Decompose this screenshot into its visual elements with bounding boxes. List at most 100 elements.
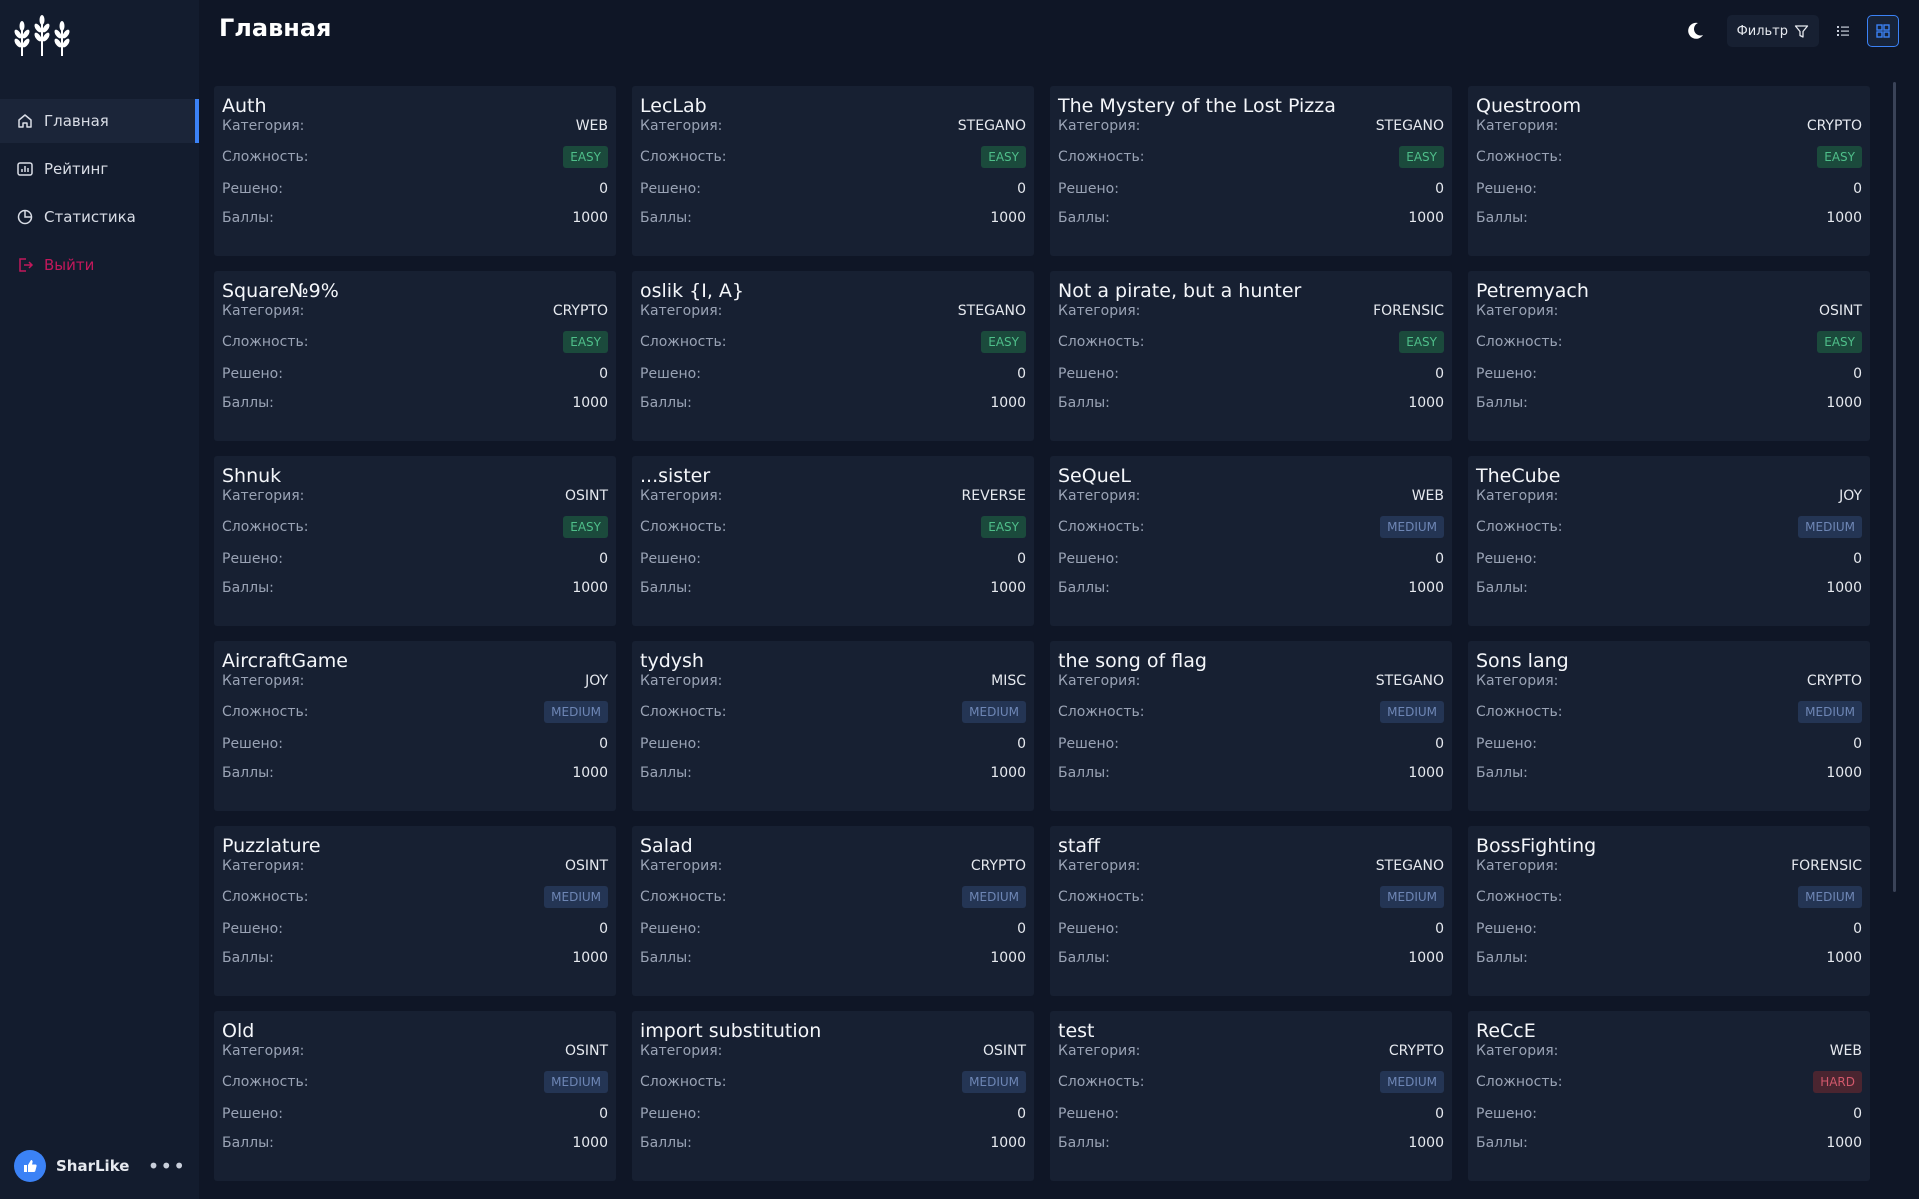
task-solved-label: Решено: <box>222 366 283 382</box>
task-difficulty-row: Сложность: MEDIUM <box>640 1071 1026 1093</box>
task-card[interactable]: test Категория: CRYPTO Сложность: MEDIUM Реше… <box>1050 1011 1452 1181</box>
task-category-row: Категория: CRYPTO <box>1476 115 1862 137</box>
task-card[interactable]: Questroom Категория: CRYPTO Сложность: EASY Р… <box>1468 86 1870 256</box>
task-card[interactable]: The Mystery of the Lost Pizza Категория: S… <box>1050 86 1452 256</box>
task-category-value: STEGANO <box>1375 673 1444 689</box>
task-points-value: 1000 <box>572 765 608 781</box>
task-card[interactable]: ReCcE Категория: WEB Сложность: HARD Решено: 0… <box>1468 1011 1870 1181</box>
task-solved-row: Решено: 0 <box>222 548 608 570</box>
task-difficulty-row: Сложность: MEDIUM <box>1058 701 1444 723</box>
task-card[interactable]: Shnuk Категория: OSINT Сложность: EASY Решено… <box>214 456 616 626</box>
task-points-label: Баллы: <box>222 950 274 966</box>
list-view-button[interactable] <box>1827 15 1859 47</box>
task-card[interactable]: SeQueL Категория: WEB Сложность: MEDIUM Решен… <box>1050 456 1452 626</box>
task-points-value: 1000 <box>990 580 1026 596</box>
task-card[interactable]: Square№9% Категория: CRYPTO Сложность: EASY Р… <box>214 271 616 441</box>
filter-icon <box>1794 24 1809 38</box>
task-points-label: Баллы: <box>1476 1135 1528 1151</box>
task-points-value: 1000 <box>572 210 608 226</box>
task-card[interactable]: Auth Категория: WEB Сложность: EASY Решено: 0 Б… <box>214 86 616 256</box>
task-card[interactable]: AircraftGame Категория: JOY Сложность: MEDIU… <box>214 641 616 811</box>
difficulty-badge: EASY <box>981 146 1026 168</box>
wheat-logo-icon[interactable] <box>12 14 74 58</box>
task-category-row: Категория: OSINT <box>222 855 608 877</box>
task-title: BossFighting <box>1476 835 1597 857</box>
task-points-row: Баллы: 1000 <box>640 207 1026 229</box>
task-card[interactable]: Old Категория: OSINT Сложность: MEDIUM Решено… <box>214 1011 616 1181</box>
difficulty-badge: MEDIUM <box>544 886 608 908</box>
more-options-icon[interactable]: ••• <box>148 1154 186 1178</box>
task-difficulty-label: Сложность: <box>640 334 727 350</box>
task-card[interactable]: tydysh Категория: MISC Сложность: MEDIUM Реше… <box>632 641 1034 811</box>
task-card[interactable]: Puzzlature Категория: OSINT Сложность: MEDIU… <box>214 826 616 996</box>
task-points-label: Баллы: <box>1476 580 1528 596</box>
sidebar-item-stats[interactable]: Статистика <box>0 195 199 239</box>
task-difficulty-label: Сложность: <box>222 519 309 535</box>
task-card[interactable]: Salad Категория: CRYPTO Сложность: MEDIUM Реш… <box>632 826 1034 996</box>
task-card[interactable]: staff Категория: STEGANO Сложность: MEDIUM Ре… <box>1050 826 1452 996</box>
task-card[interactable]: Petremyach Категория: OSINT Сложность: EASY Р… <box>1468 271 1870 441</box>
username: SharLike <box>56 1157 130 1175</box>
filter-button[interactable]: Фильтр <box>1726 15 1819 47</box>
task-card[interactable]: Not a pirate, but a hunter Категория: FORE… <box>1050 271 1452 441</box>
task-card[interactable]: BossFighting Категория: FORENSIC Сложность:… <box>1468 826 1870 996</box>
sidebar-item-logout[interactable]: Выйти <box>0 243 199 287</box>
task-title: import substitution <box>640 1020 822 1042</box>
task-difficulty-row: Сложность: MEDIUM <box>640 701 1026 723</box>
task-difficulty-row: Сложность: MEDIUM <box>1476 516 1862 538</box>
task-category-value: STEGANO <box>1375 858 1444 874</box>
difficulty-badge: MEDIUM <box>1380 701 1444 723</box>
task-category-value: JOY <box>585 673 608 689</box>
task-solved-value: 0 <box>1435 551 1444 567</box>
task-card[interactable]: Sons lang Категория: CRYPTO Сложность: MEDIU… <box>1468 641 1870 811</box>
bar-chart-icon <box>16 160 34 178</box>
task-category-value: WEB <box>575 118 608 134</box>
task-points-row: Баллы: 1000 <box>640 392 1026 414</box>
task-category-value: CRYPTO <box>552 303 608 319</box>
sidebar-item-home[interactable]: Главная <box>0 99 199 143</box>
list-icon <box>1837 26 1849 36</box>
task-points-row: Баллы: 1000 <box>222 947 608 969</box>
avatar[interactable] <box>14 1150 46 1182</box>
task-difficulty-row: Сложность: EASY <box>640 516 1026 538</box>
task-category-row: Категория: FORENSIC <box>1058 300 1444 322</box>
task-category-label: Категория: <box>1476 488 1559 504</box>
task-card[interactable]: TheCube Категория: JOY Сложность: MEDIUM Реше… <box>1468 456 1870 626</box>
user-profile[interactable]: SharLike ••• <box>14 1150 186 1182</box>
difficulty-badge: MEDIUM <box>962 886 1026 908</box>
task-solved-label: Решено: <box>222 1106 283 1122</box>
task-points-row: Баллы: 1000 <box>640 947 1026 969</box>
task-points-label: Баллы: <box>222 765 274 781</box>
task-category-row: Категория: OSINT <box>222 1040 608 1062</box>
task-points-label: Баллы: <box>1058 395 1110 411</box>
task-solved-value: 0 <box>1017 1106 1026 1122</box>
theme-toggle-button[interactable] <box>1679 15 1711 47</box>
task-card[interactable]: ...sister Категория: REVERSE Сложность: EASY… <box>632 456 1034 626</box>
difficulty-badge: MEDIUM <box>1798 516 1862 538</box>
difficulty-badge: MEDIUM <box>544 701 608 723</box>
task-points-value: 1000 <box>1408 580 1444 596</box>
task-solved-label: Решено: <box>640 181 701 197</box>
task-category-value: CRYPTO <box>1806 673 1862 689</box>
task-difficulty-row: Сложность: MEDIUM <box>1058 886 1444 908</box>
grid-view-button[interactable] <box>1867 15 1899 47</box>
task-category-row: Категория: REVERSE <box>640 485 1026 507</box>
task-card[interactable]: import substitution Категория: OSINT Сложно… <box>632 1011 1034 1181</box>
task-solved-value: 0 <box>1435 1106 1444 1122</box>
task-solved-value: 0 <box>599 181 608 197</box>
task-solved-label: Решено: <box>1058 181 1119 197</box>
task-solved-value: 0 <box>1017 366 1026 382</box>
task-points-label: Баллы: <box>1476 765 1528 781</box>
task-points-label: Баллы: <box>222 395 274 411</box>
task-points-label: Баллы: <box>222 580 274 596</box>
home-icon <box>16 112 34 130</box>
task-card[interactable]: LecLab Категория: STEGANO Сложность: EASY Реш… <box>632 86 1034 256</box>
scrollbar[interactable] <box>1893 82 1896 892</box>
task-card[interactable]: the song of flag Категория: STEGANO Сложнос… <box>1050 641 1452 811</box>
task-solved-label: Решено: <box>222 921 283 937</box>
difficulty-badge: EASY <box>563 331 608 353</box>
task-difficulty-label: Сложность: <box>1476 889 1563 905</box>
task-card[interactable]: oslik {I, A} Категория: STEGANO Сложность: E… <box>632 271 1034 441</box>
sidebar-item-rating[interactable]: Рейтинг <box>0 147 199 191</box>
task-points-label: Баллы: <box>640 210 692 226</box>
